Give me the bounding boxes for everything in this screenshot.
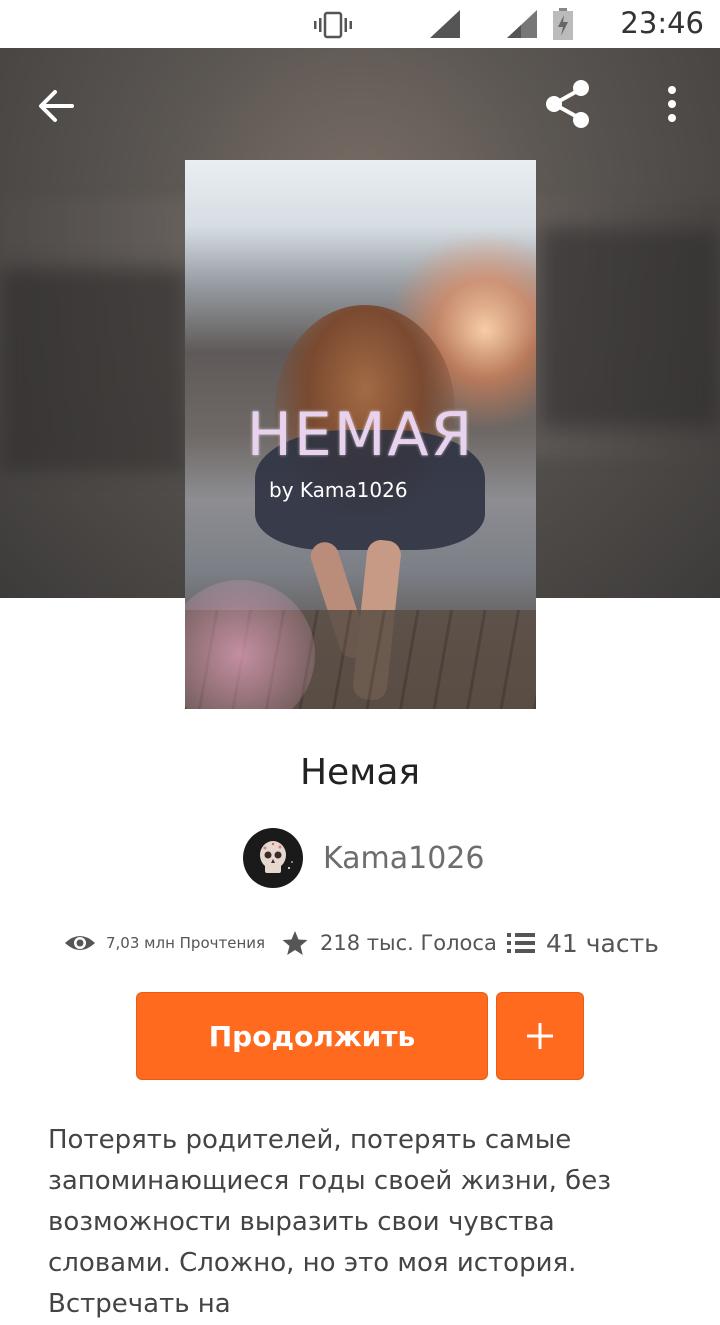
- back-arrow-icon[interactable]: [30, 80, 82, 132]
- cover-title: НЕМАЯ: [246, 400, 475, 470]
- cover-byline: by Kama1026: [269, 478, 408, 502]
- author-avatar[interactable]: [243, 828, 303, 888]
- more-vertical-icon[interactable]: [652, 80, 692, 132]
- story-title: Немая: [299, 752, 421, 793]
- skull-icon: [260, 841, 293, 873]
- reads-count: 7,03 млн Прочтения: [106, 934, 266, 952]
- parts-count[interactable]: 41 часть: [546, 929, 659, 958]
- status-bar: 23:46: [0, 0, 720, 48]
- battery-charging-icon: [553, 8, 573, 40]
- story-description: Потерять родителей, потерять самые запом…: [48, 1125, 612, 1319]
- add-to-library-button[interactable]: +: [496, 992, 584, 1080]
- status-clock: 23:46: [620, 6, 704, 40]
- story-cover[interactable]: НЕМАЯ by Kama1026: [185, 160, 536, 709]
- plus-icon: [527, 1023, 553, 1049]
- vibrate-icon: [314, 11, 352, 39]
- list-icon: [507, 933, 535, 953]
- author-name[interactable]: Kama1026: [323, 841, 484, 876]
- story-stats: 7,03 млн Прочтения 218 тыс. Голоса 41 ча…: [0, 920, 720, 966]
- reads-stat: 7,03 млн Прочтения: [64, 920, 265, 966]
- continue-reading-button[interactable]: Продолжить: [136, 992, 488, 1080]
- signal-icon: [430, 10, 460, 38]
- star-icon: [282, 931, 308, 955]
- author-link[interactable]: Kama1026: [243, 828, 484, 888]
- votes-stat: 218 тыс. Голоса: [281, 920, 497, 966]
- parts-stat[interactable]: 41 часть: [507, 920, 659, 966]
- signal-icon: [507, 10, 537, 38]
- eye-icon: [65, 936, 95, 950]
- share-icon[interactable]: [540, 76, 596, 132]
- votes-count: 218 тыс. Голоса: [320, 931, 497, 955]
